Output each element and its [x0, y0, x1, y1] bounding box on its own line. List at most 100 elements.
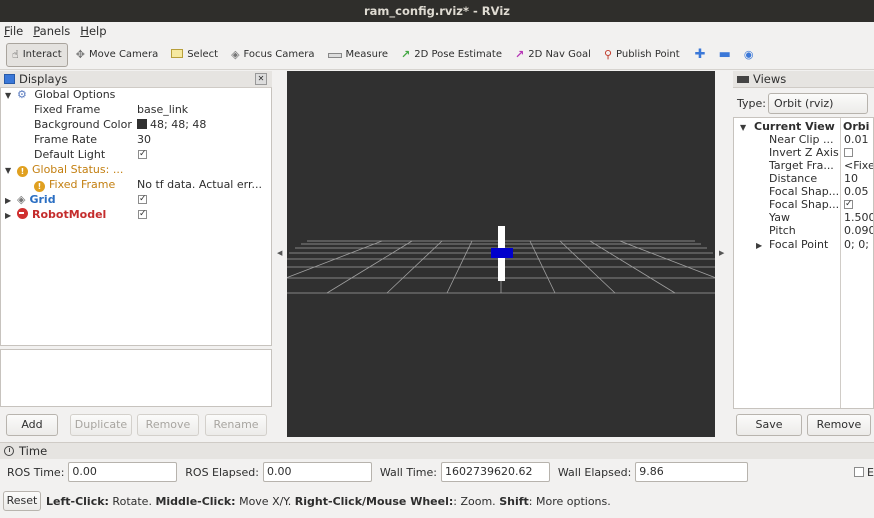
prop-background-color-label: Background Color [34, 118, 132, 131]
views-tree[interactable]: ▼ Current View Orbi Near Clip ... 0.01 I… [733, 117, 874, 409]
tree-status-fixed-frame: ! Fixed Frame [34, 178, 115, 192]
wall-elapsed-label: Wall Elapsed: [557, 465, 632, 479]
tree-robot-model[interactable]: RobotModel [17, 208, 106, 222]
tool-publish-point[interactable]: ⚲ Publish Point [599, 43, 685, 67]
prop-distance-value[interactable]: 10 [844, 172, 858, 186]
warning-icon: ! [17, 166, 28, 177]
prop-pitch-value[interactable]: 0.090 [844, 224, 873, 238]
menu-file[interactable]: File [4, 24, 23, 38]
collapse-arrow-icon[interactable]: ▶ [5, 196, 11, 205]
prop-invert-z-label: Invert Z Axis [769, 146, 839, 159]
menu-help[interactable]: Help [80, 24, 106, 38]
tree-global-options[interactable]: ⚙ Global Options [17, 88, 115, 102]
ros-time-field[interactable]: 0.00 [68, 462, 178, 482]
displays-tree[interactable]: ▼ ⚙ Global Options Fixed Frame base_link… [0, 88, 272, 346]
ros-elapsed-field[interactable]: 0.00 [262, 462, 372, 482]
add-tool-button[interactable]: ✚ [690, 43, 711, 67]
ros-elapsed-label: ROS Elapsed: [185, 465, 259, 479]
status-fixed-frame-message: No tf data. Actual err... [137, 178, 262, 191]
grid-icon: ◈ [17, 193, 26, 206]
wall-time-field[interactable]: 1602739620.62 [440, 462, 550, 482]
displays-icon [4, 74, 15, 84]
add-display-button[interactable]: Add [6, 414, 58, 436]
robot-link-lower [498, 258, 505, 281]
view-type-select[interactable]: Orbit (rviz) [768, 93, 868, 114]
render-viewport[interactable] [287, 71, 715, 437]
tool-move-camera[interactable]: ✥ Move Camera [71, 43, 163, 67]
remove-display-button[interactable]: Remove [137, 414, 199, 436]
save-view-button[interactable]: Save [736, 414, 802, 436]
prop-background-color-value[interactable]: 48; 48; 48 [137, 118, 206, 132]
select-icon [171, 48, 184, 61]
remove-view-button[interactable]: Remove [807, 414, 871, 436]
tool-focus-camera[interactable]: ◈ Focus Camera [226, 43, 319, 67]
tool-2d-pose-estimate[interactable]: ↗ 2D Pose Estimate [396, 43, 507, 67]
close-icon[interactable]: ✕ [255, 73, 267, 85]
current-view-label[interactable]: Current View [754, 120, 835, 134]
default-light-checkbox[interactable] [138, 147, 147, 162]
interact-icon: ☝ [12, 48, 19, 61]
prop-target-frame-value[interactable]: <Fixe [844, 159, 873, 173]
expand-arrow-icon[interactable]: ▼ [5, 166, 11, 175]
prop-fixed-frame-label: Fixed Frame [34, 103, 101, 116]
collapse-arrow-icon[interactable]: ▶ [756, 241, 762, 250]
time-header: Time [0, 442, 874, 459]
prop-pitch-label: Pitch [769, 224, 796, 237]
prop-frame-rate-label: Frame Rate [34, 133, 97, 146]
wall-elapsed-field[interactable]: 9.86 [635, 462, 749, 482]
prop-target-frame-label: Target Fra... [769, 159, 834, 172]
remove-tool-icon: ▬ [718, 47, 731, 62]
reset-button[interactable]: Reset [3, 491, 41, 511]
display-description [0, 349, 272, 407]
views-column-divider [840, 118, 841, 408]
rename-display-button[interactable]: Rename [205, 414, 267, 436]
measure-icon [327, 48, 342, 61]
collapse-arrow-icon[interactable]: ▶ [5, 211, 11, 220]
prop-yaw-value[interactable]: 1.500 [844, 211, 873, 225]
tree-global-status[interactable]: ! Global Status: ... [17, 163, 123, 177]
robot-model-checkbox[interactable] [138, 207, 147, 222]
views-type-label: Type: [737, 97, 766, 110]
prop-near-clip-value[interactable]: 0.01 [844, 133, 869, 147]
warning-icon: ! [34, 181, 45, 192]
views-header: Views [733, 71, 874, 88]
color-swatch [137, 119, 147, 129]
displays-header: Displays ✕ [0, 71, 272, 88]
invert-z-checkbox[interactable] [844, 146, 853, 160]
duplicate-display-button[interactable]: Duplicate [70, 414, 132, 436]
splitter-right-arrow-icon[interactable]: ▶ [719, 249, 724, 257]
tool-bar: ☝ Interact ✥ Move Camera Select ◈ Focus … [0, 40, 874, 70]
window-title: ram_config.rviz* - RViz [0, 0, 874, 22]
prop-focal-shape-size-label: Focal Shap... [769, 185, 840, 198]
experimental-checkbox[interactable] [854, 467, 865, 477]
ros-time-label: ROS Time: [7, 465, 65, 479]
tool-measure[interactable]: Measure [323, 43, 394, 67]
views-title: Views [753, 72, 787, 86]
grid-render [287, 226, 715, 294]
expand-arrow-icon[interactable]: ▼ [5, 91, 11, 100]
focal-shape-fixed-checkbox[interactable] [844, 197, 853, 212]
prop-fixed-frame-value[interactable]: base_link [137, 103, 188, 117]
camera-type-button[interactable]: ◉ [739, 43, 759, 67]
remove-tool-button[interactable]: ▬ [714, 43, 736, 67]
splitter-left-arrow-icon[interactable]: ◀ [277, 249, 282, 257]
experimental-label: E [867, 465, 874, 479]
prop-focal-point-value[interactable]: 0; 0; [844, 238, 869, 252]
time-bar: ROS Time: 0.00 ROS Elapsed: 0.00 Wall Ti… [0, 459, 874, 485]
expand-arrow-icon[interactable]: ▼ [740, 123, 746, 132]
menu-panels[interactable]: Panels [33, 24, 70, 38]
tree-grid[interactable]: ◈ Grid [17, 193, 56, 207]
move-camera-icon: ✥ [75, 48, 85, 61]
pose-estimate-icon: ↗ [401, 48, 411, 61]
displays-title: Displays [19, 72, 68, 86]
grid-checkbox[interactable] [138, 192, 147, 207]
tool-select[interactable]: Select [166, 43, 223, 67]
prop-frame-rate-value[interactable]: 30 [137, 133, 151, 147]
status-bar: Reset Left-Click: Rotate. Middle-Click: … [0, 488, 874, 514]
robot-base [491, 248, 513, 258]
prop-focal-point-label[interactable]: Focal Point [769, 238, 828, 252]
current-view-value: Orbi [843, 120, 870, 133]
tool-2d-nav-goal[interactable]: ↗ 2D Nav Goal [510, 43, 596, 67]
tool-interact[interactable]: ☝ Interact [6, 42, 68, 67]
prop-default-light-label: Default Light [34, 148, 106, 161]
